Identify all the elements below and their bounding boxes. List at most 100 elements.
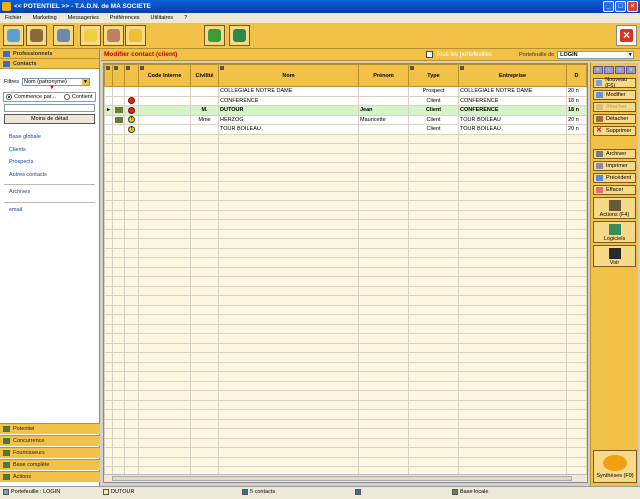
col-entreprise[interactable]: Entreprise xyxy=(458,64,567,87)
archive-icon xyxy=(596,151,603,157)
precedent-button[interactable]: Précédent xyxy=(593,173,636,183)
section-potentiel[interactable]: Potentiel xyxy=(0,423,100,434)
next-record-button[interactable]: › xyxy=(615,66,625,74)
last-record-button[interactable]: » xyxy=(626,66,636,74)
section-contacts[interactable]: Contacts xyxy=(0,59,99,69)
empty-row xyxy=(104,447,587,458)
close-button[interactable]: × xyxy=(627,1,638,12)
actions-button[interactable]: Actions (F4) xyxy=(593,197,636,219)
toolbar-web-button[interactable] xyxy=(204,25,225,46)
detacher-button[interactable]: Détacher xyxy=(593,114,636,124)
table-row[interactable]: COLLEGIALE NOTRE DAME Prospect COLLEGIAL… xyxy=(104,86,587,97)
link-archives[interactable]: Archives xyxy=(0,187,99,200)
menu-marketing[interactable]: Marketing xyxy=(33,15,57,21)
col-type[interactable]: Type xyxy=(408,64,459,87)
nouveau-button[interactable]: Nouveau (F6) xyxy=(593,77,636,89)
col-d[interactable]: D xyxy=(566,64,587,87)
horizontal-scrollbar[interactable] xyxy=(104,474,587,482)
menu-preferences[interactable]: Préférences xyxy=(110,15,140,21)
moins-detail-button[interactable]: Moins de détail xyxy=(4,114,95,124)
section-fournisseurs[interactable]: Fournisseurs xyxy=(0,447,100,458)
filter-icon xyxy=(220,66,224,70)
cell-d: 18 n xyxy=(566,105,587,116)
menu-help[interactable]: ? xyxy=(184,15,187,21)
window-title: << POTENTIEL >> - T.A.D.N. de MA SOCIETE xyxy=(14,3,151,10)
link-clients[interactable]: Clients xyxy=(0,145,99,158)
radio-contient[interactable] xyxy=(63,94,70,100)
first-record-button[interactable]: « xyxy=(593,66,603,74)
empty-row xyxy=(104,428,587,439)
minimize-button[interactable]: _ xyxy=(603,1,614,12)
table-row[interactable]: CONFERENCE Client CONFERENCE 18 n xyxy=(104,95,587,106)
section-professionnels[interactable]: Professionnels xyxy=(0,49,99,59)
col-code-interne[interactable]: Code Interne xyxy=(138,64,191,87)
empty-row xyxy=(104,409,587,420)
portefeuille-select[interactable]: LOGIN ▼ xyxy=(557,50,635,59)
link-email[interactable]: email xyxy=(0,205,99,218)
title-bar: << POTENTIEL >> - T.A.D.N. de MA SOCIETE… xyxy=(0,0,640,13)
envelope-icon xyxy=(84,29,97,42)
maximize-button[interactable]: □ xyxy=(615,1,626,12)
toolbar-home-button[interactable] xyxy=(3,25,24,46)
col-icon-a[interactable] xyxy=(112,64,125,87)
toolbar-chat-button[interactable] xyxy=(125,25,146,46)
section-actions[interactable]: Actions xyxy=(0,471,100,482)
toolbar-contacts-button[interactable] xyxy=(53,25,74,46)
toolbar-users-button[interactable] xyxy=(103,25,124,46)
warning-icon: ! xyxy=(128,125,135,133)
menu-fichier[interactable]: Fichier xyxy=(5,15,22,21)
link-base-globale[interactable]: Base globale xyxy=(0,132,99,145)
cell-type: Prospect xyxy=(408,86,459,97)
link-autres-contacts[interactable]: Autres contacts xyxy=(0,170,99,183)
user-icon xyxy=(3,489,9,495)
empty-row xyxy=(104,190,587,201)
voir-button[interactable]: Voir xyxy=(593,245,636,267)
col-marker[interactable] xyxy=(104,64,113,87)
attach-icon xyxy=(596,104,603,110)
filter-icon xyxy=(460,66,464,70)
section-concurrence[interactable]: Concurrence xyxy=(0,435,100,446)
cell-prenom xyxy=(358,86,409,97)
col-civilite[interactable]: Civilité xyxy=(190,64,219,87)
table-row[interactable]: ! TOUR BOILEAU Client TOUR BOILEAU 20 n xyxy=(104,124,587,135)
prev-record-button[interactable]: ‹ xyxy=(604,66,614,74)
logiciels-button[interactable]: Logiciels xyxy=(593,221,636,243)
menu-utilitaires[interactable]: Utilitaires xyxy=(151,15,174,21)
toolbar-exit-button[interactable]: × xyxy=(616,25,637,46)
effacer-button[interactable]: Effacer xyxy=(593,185,636,195)
scroll-thumb[interactable] xyxy=(112,476,572,481)
col-icon-b[interactable] xyxy=(124,64,139,87)
toolbar-route-button[interactable] xyxy=(26,25,47,46)
empty-row xyxy=(104,323,587,334)
imprimer-button[interactable]: Imprimer xyxy=(593,161,636,171)
supprimer-button[interactable]: ✕ Supprimer xyxy=(593,126,636,136)
search-input[interactable] xyxy=(4,104,95,112)
table-row-selected[interactable]: ▸ M. DUTOUR Jean Client CONFERENCE 18 n xyxy=(104,105,587,116)
main-header: Modifier contact (client) Tous les porte… xyxy=(101,49,640,61)
potentiel-icon xyxy=(3,426,10,432)
toolbar-door-button[interactable] xyxy=(229,25,250,46)
archiver-button[interactable]: Archiver xyxy=(593,149,636,159)
filter-icon xyxy=(126,66,130,70)
col-prenom[interactable]: Prénom xyxy=(358,64,409,87)
syntheses-button[interactable]: Synthèses (F9) xyxy=(593,450,637,483)
cell-civilite xyxy=(190,95,219,106)
cell-nom: COLLEGIALE NOTRE DAME xyxy=(218,86,359,97)
radio-commence[interactable] xyxy=(6,94,12,100)
toolbar-mail-button[interactable] xyxy=(80,25,101,46)
section-base-complete[interactable]: Base complète xyxy=(0,459,100,470)
link-prospects[interactable]: Prospects xyxy=(0,157,99,170)
tous-portefeuilles-checkbox[interactable]: Tous les portefeuilles xyxy=(426,51,519,58)
concurrence-icon xyxy=(3,438,10,444)
attacher-button[interactable]: Attacher xyxy=(593,102,636,112)
empty-row xyxy=(104,437,587,448)
eraser-icon xyxy=(596,187,603,193)
cell-civilite: Mme xyxy=(190,114,219,125)
filtres-select[interactable]: Nom (patronyme) ▼ xyxy=(21,78,90,86)
empty-row xyxy=(104,209,587,220)
cell-d: 18 n xyxy=(566,95,587,106)
modifier-button[interactable]: Modifier xyxy=(593,90,636,100)
col-nom[interactable]: Nom xyxy=(218,64,359,87)
menu-messageries[interactable]: Messageries xyxy=(68,15,99,21)
table-row[interactable]: ! Mme HERZOG Mauricette Client TOUR BOIL… xyxy=(104,114,587,125)
